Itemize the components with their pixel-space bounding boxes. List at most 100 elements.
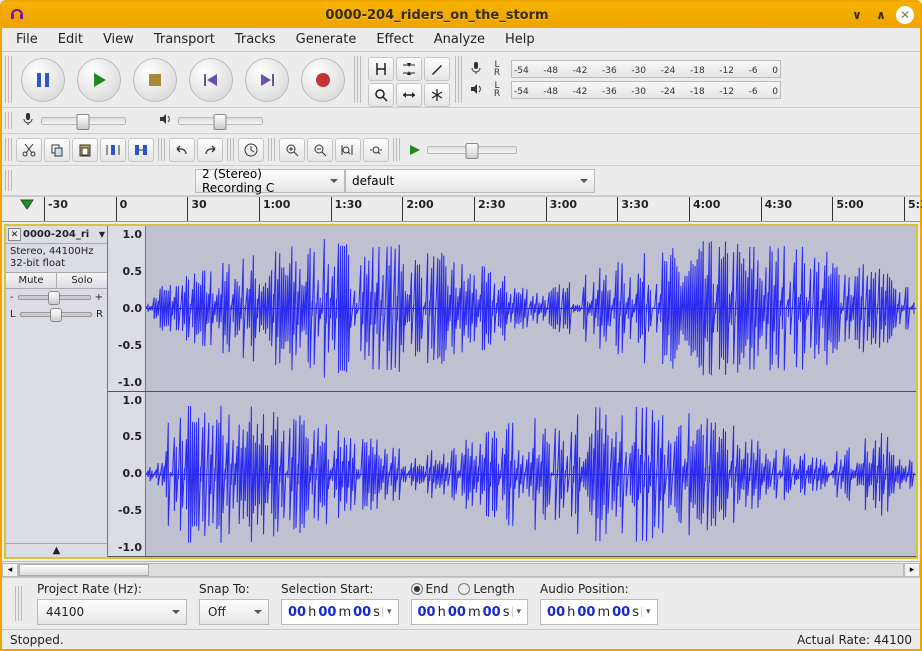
- output-device-select[interactable]: default: [345, 169, 595, 193]
- track-collapse-button[interactable]: ▲: [6, 543, 107, 557]
- maximize-button[interactable]: ∧: [872, 6, 890, 24]
- toolbar-grip[interactable]: [354, 56, 361, 103]
- skip-start-button[interactable]: [189, 58, 233, 102]
- envelope-tool[interactable]: [396, 57, 422, 81]
- toolbar-grip[interactable]: [5, 138, 12, 161]
- track-area: ✕ 0000-204_ri ▼ Stereo, 44100Hz 32-bit f…: [5, 225, 917, 558]
- fit-project-button[interactable]: [363, 138, 389, 162]
- play-meter-lr: LR: [487, 82, 507, 98]
- playback-speed-slider[interactable]: [427, 146, 517, 154]
- waveform-channel-right[interactable]: [146, 392, 916, 557]
- status-bar: Stopped. Actual Rate: 44100: [2, 629, 920, 649]
- project-rate-select[interactable]: 44100: [37, 599, 187, 625]
- selection-start-input[interactable]: 00 h 00 m 00 s▾: [281, 599, 399, 625]
- toolbar-grip[interactable]: [158, 138, 165, 161]
- tools-grid: [364, 52, 452, 108]
- selection-tool[interactable]: [368, 57, 394, 81]
- recording-channels-select[interactable]: 2 (Stereo) Recording C: [195, 169, 345, 193]
- playback-meter[interactable]: -54-48-42-36-30-24-18-12-60: [511, 81, 781, 99]
- track-format-info: Stereo, 44100Hz 32-bit float: [6, 244, 107, 272]
- record-button[interactable]: [301, 58, 345, 102]
- selection-toolbar: Project Rate (Hz): 44100 Snap To: Off Se…: [2, 577, 920, 629]
- silence-button[interactable]: [128, 138, 154, 162]
- timeline-ruler[interactable]: -300301:001:302:002:303:003:304:004:305:…: [2, 196, 920, 222]
- window-title: 0000-204_riders_on_the_storm: [32, 8, 842, 23]
- stop-button[interactable]: [133, 58, 177, 102]
- vertical-scale[interactable]: 1.00.50.0-0.5-1.0: [108, 392, 146, 557]
- redo-button[interactable]: [197, 138, 223, 162]
- status-left: Stopped.: [10, 633, 64, 647]
- trim-button[interactable]: [100, 138, 126, 162]
- playback-volume-slider[interactable]: [178, 117, 263, 125]
- horizontal-scrollbar[interactable]: ◂ ▸: [2, 561, 920, 577]
- zoom-out-button[interactable]: [307, 138, 333, 162]
- end-radio[interactable]: End: [411, 582, 449, 596]
- toolbar-grip[interactable]: [227, 138, 234, 161]
- menu-file[interactable]: File: [6, 29, 48, 50]
- pause-button[interactable]: [21, 58, 65, 102]
- vertical-scale[interactable]: 1.00.50.0-0.5-1.0: [108, 226, 146, 391]
- menu-view[interactable]: View: [93, 29, 144, 50]
- status-right: Actual Rate: 44100: [797, 633, 912, 647]
- zoom-tool[interactable]: [368, 83, 394, 107]
- draw-tool[interactable]: [424, 57, 450, 81]
- minimize-button[interactable]: ∨: [848, 6, 866, 24]
- solo-button[interactable]: Solo: [57, 273, 107, 288]
- audio-position-input[interactable]: 00 h 00 m 00 s▾: [540, 599, 658, 625]
- track-gain-slider[interactable]: [18, 295, 91, 300]
- speaker-icon: [469, 81, 483, 100]
- close-button[interactable]: ✕: [896, 6, 914, 24]
- menu-effect[interactable]: Effect: [366, 29, 423, 50]
- scroll-right-button[interactable]: ▸: [904, 563, 920, 577]
- multi-tool[interactable]: [424, 83, 450, 107]
- track-menu-dropdown[interactable]: ▼: [99, 230, 105, 239]
- length-radio[interactable]: Length: [458, 582, 514, 596]
- recording-meter[interactable]: -54-48-42-36-30-24-18-12-60: [511, 60, 781, 78]
- meters: LR -54-48-42-36-30-24-18-12-60 LR -54-48…: [465, 58, 785, 102]
- play-button[interactable]: [77, 58, 121, 102]
- mic-icon: [21, 112, 35, 129]
- track-name[interactable]: 0000-204_ri: [23, 229, 97, 240]
- toolbar-grip[interactable]: [15, 586, 22, 621]
- selection-end-input[interactable]: 00 h 00 m 00 s▾: [411, 599, 529, 625]
- recording-volume-slider[interactable]: [41, 117, 126, 125]
- track-control-panel: ✕ 0000-204_ri ▼ Stereo, 44100Hz 32-bit f…: [6, 226, 108, 557]
- scroll-left-button[interactable]: ◂: [2, 563, 18, 577]
- zoom-in-button[interactable]: [279, 138, 305, 162]
- timeshift-tool[interactable]: [396, 83, 422, 107]
- audio-position-label: Audio Position:: [540, 582, 658, 596]
- menubar: File Edit View Transport Tracks Generate…: [2, 28, 920, 52]
- fit-selection-button[interactable]: [335, 138, 361, 162]
- toolbar-grip[interactable]: [393, 138, 400, 161]
- menu-edit[interactable]: Edit: [48, 29, 93, 50]
- toolbar-grip[interactable]: [268, 138, 275, 161]
- scroll-thumb[interactable]: [19, 564, 149, 576]
- toolbar-grip[interactable]: [5, 56, 12, 103]
- menu-transport[interactable]: Transport: [144, 29, 225, 50]
- snap-to-label: Snap To:: [199, 582, 269, 596]
- menu-tracks[interactable]: Tracks: [225, 29, 286, 50]
- titlebar: 0000-204_riders_on_the_storm ∨ ∧ ✕: [2, 2, 920, 28]
- cut-button[interactable]: [16, 138, 42, 162]
- skip-end-button[interactable]: [245, 58, 289, 102]
- toolbar-grip[interactable]: [455, 56, 462, 103]
- copy-button[interactable]: [44, 138, 70, 162]
- track-pan-slider[interactable]: [20, 312, 92, 317]
- mic-icon: [469, 60, 483, 79]
- mute-button[interactable]: Mute: [6, 273, 57, 288]
- toolbar-grip[interactable]: [5, 170, 12, 191]
- track-close-button[interactable]: ✕: [8, 228, 21, 241]
- waveform-channel-left[interactable]: [146, 226, 916, 391]
- menu-generate[interactable]: Generate: [286, 29, 367, 50]
- sync-lock-button[interactable]: [238, 138, 264, 162]
- toolbar-grip[interactable]: [5, 112, 12, 129]
- paste-button[interactable]: [72, 138, 98, 162]
- snap-to-select[interactable]: Off: [199, 599, 269, 625]
- menu-analyze[interactable]: Analyze: [424, 29, 495, 50]
- play-at-speed-button[interactable]: [404, 138, 426, 162]
- undo-button[interactable]: [169, 138, 195, 162]
- project-rate-label: Project Rate (Hz):: [37, 582, 187, 596]
- playhead-flag-icon[interactable]: [20, 199, 34, 216]
- menu-help[interactable]: Help: [495, 29, 545, 50]
- speaker-icon: [158, 112, 172, 129]
